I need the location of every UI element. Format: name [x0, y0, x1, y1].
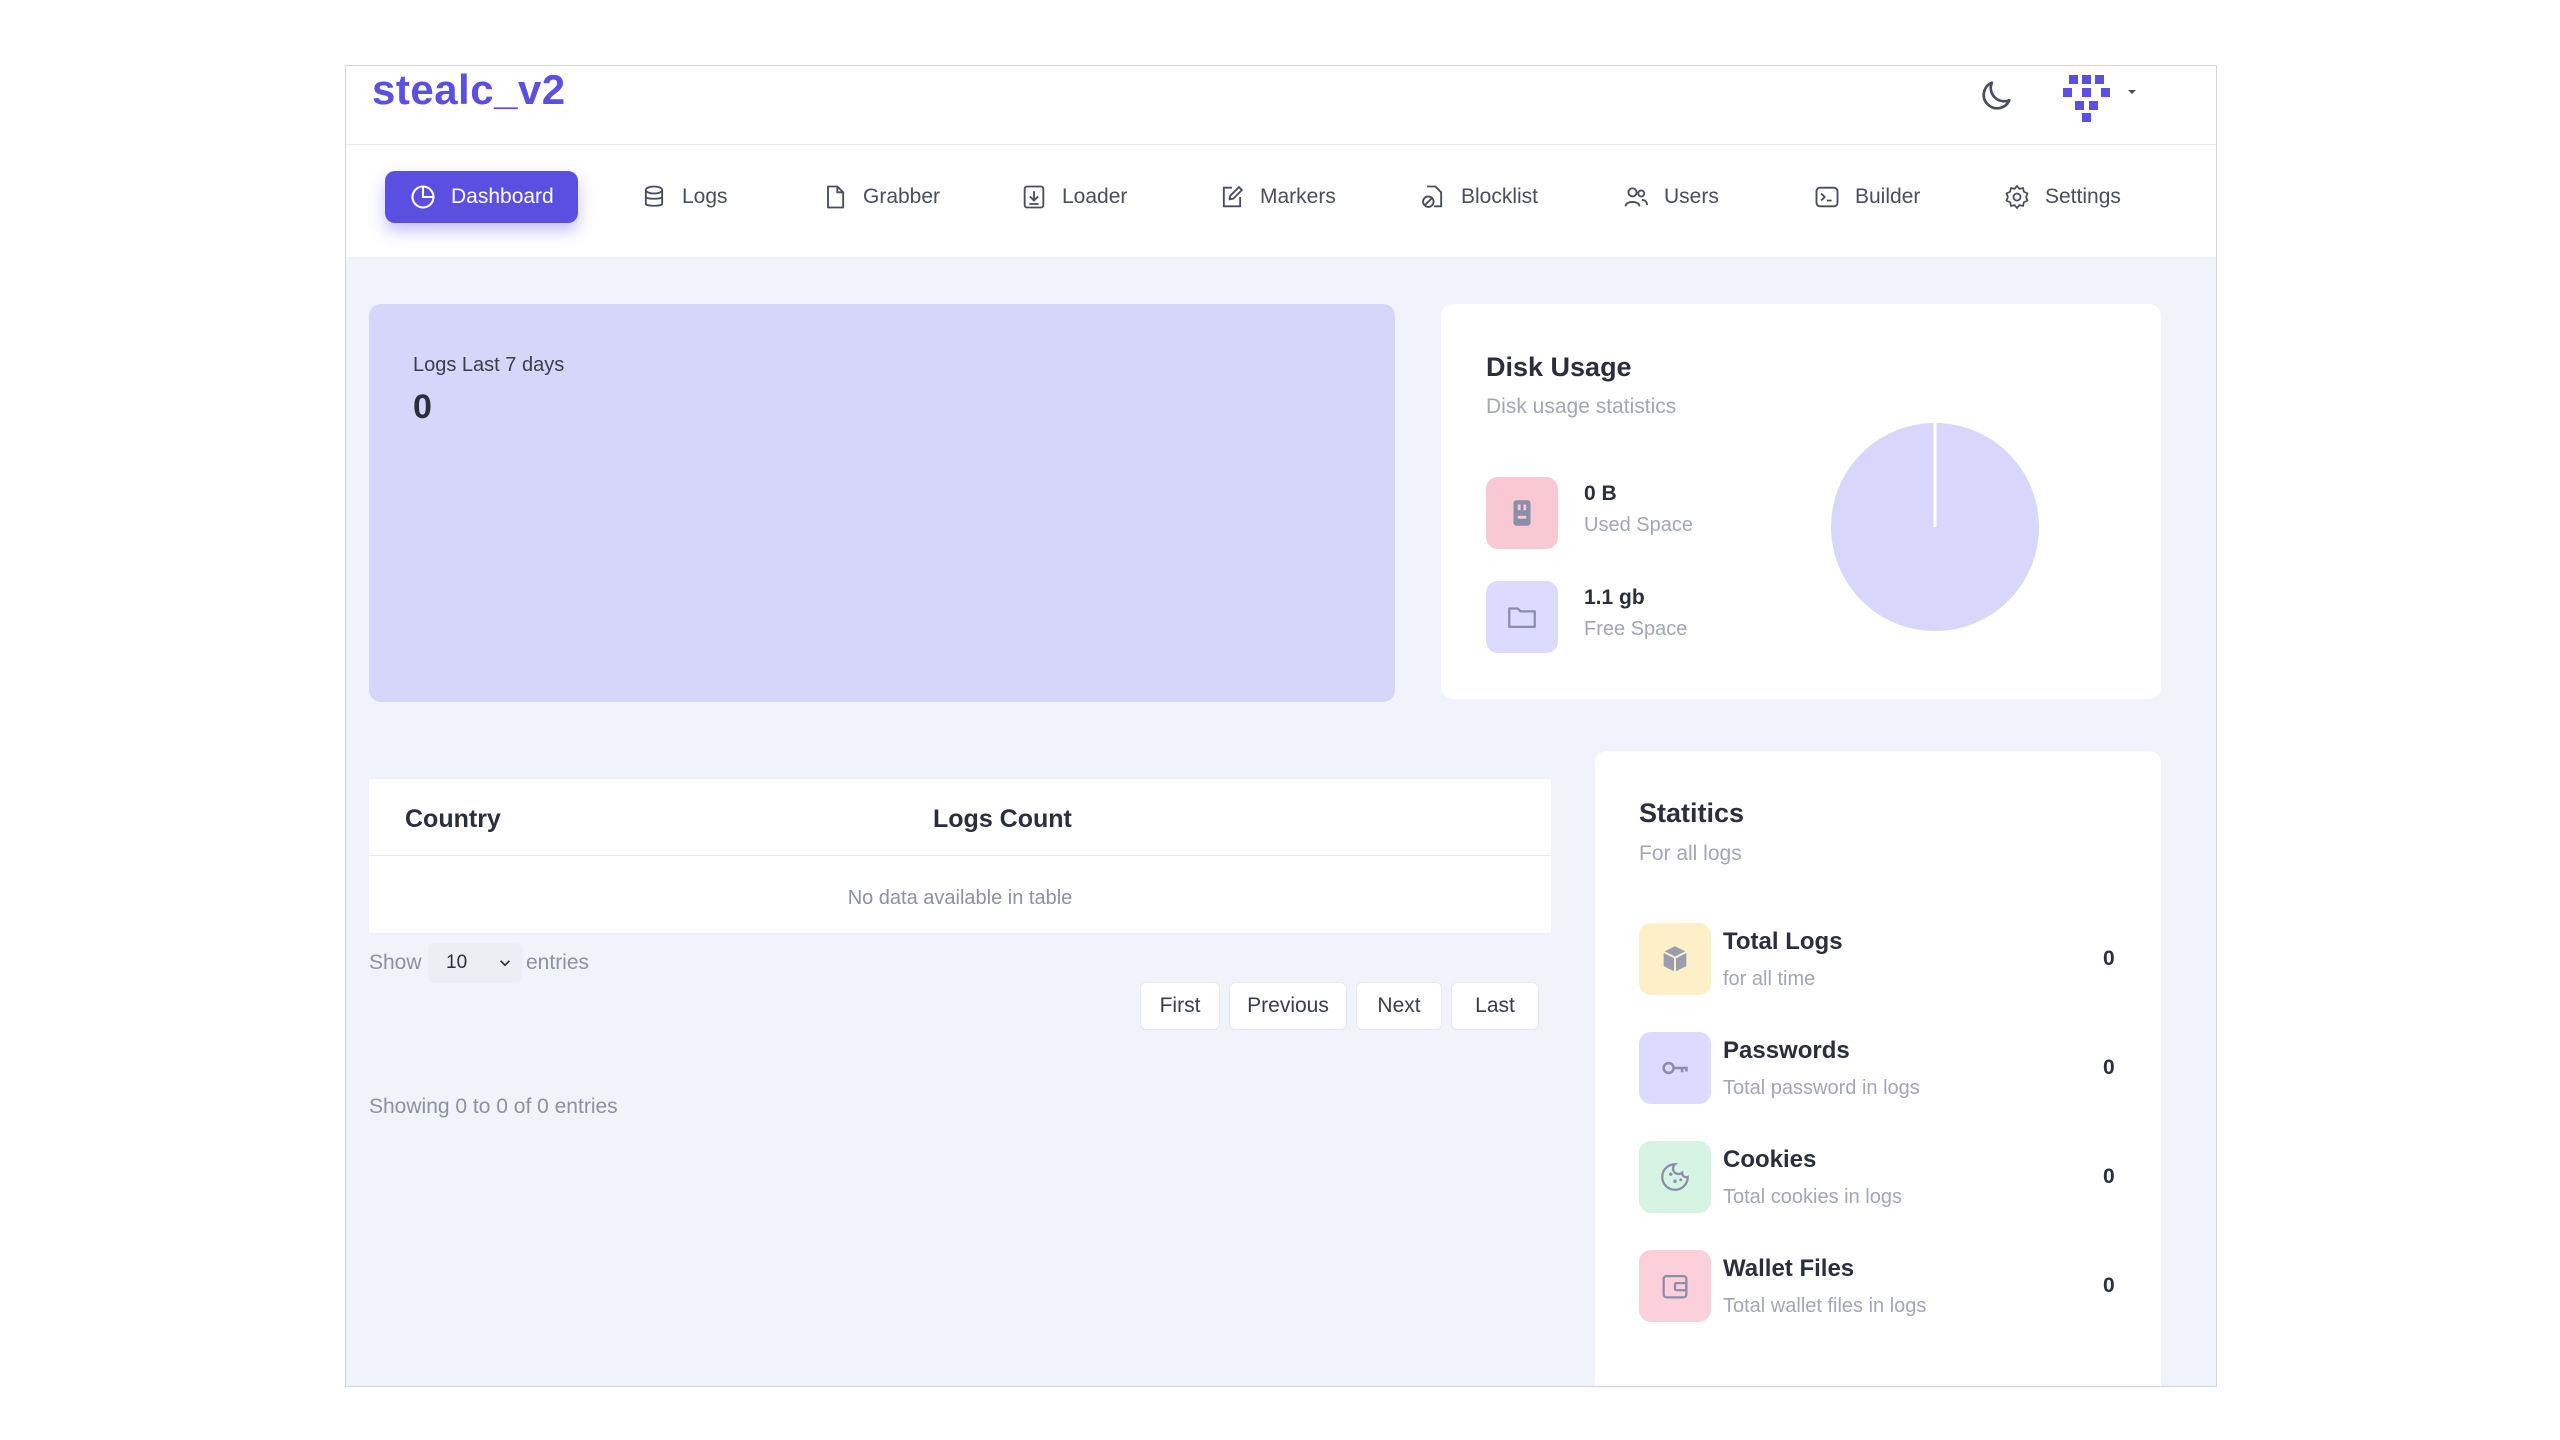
pager-first-button[interactable]: First: [1140, 982, 1220, 1030]
database-icon: [644, 185, 664, 207]
logs-last-7-days-card: Logs Last 7 days 0: [369, 304, 1395, 702]
used-space-label: Used Space: [1584, 514, 1693, 536]
entries-select-value: 10: [446, 952, 468, 973]
cookies-value: 0: [2103, 1165, 2115, 1188]
theme-toggle-moon-icon[interactable]: [1976, 76, 2016, 116]
nav-dashboard[interactable]: Dashboard: [385, 171, 578, 223]
used-space-value: 0 B: [1584, 482, 1617, 505]
free-space-label: Free Space: [1584, 618, 1688, 640]
folder-icon: [1486, 581, 1558, 653]
chevron-down-icon[interactable]: [2124, 84, 2140, 100]
cookies-subtitle: Total cookies in logs: [1723, 1186, 1902, 1208]
total-logs-value: 0: [2103, 947, 2115, 970]
column-header-logs-count[interactable]: Logs Count: [933, 805, 1072, 834]
nav-label: Markers: [1260, 185, 1336, 208]
nav-markers[interactable]: Markers: [1204, 171, 1350, 223]
nav-label: Logs: [682, 185, 728, 208]
statistics-subtitle: For all logs: [1639, 842, 1742, 865]
logs-card-label: Logs Last 7 days: [413, 354, 565, 376]
nav-users[interactable]: Users: [1608, 171, 1733, 223]
nav-label: Builder: [1855, 185, 1921, 208]
pie-chart-icon: [411, 185, 435, 209]
free-space-value: 1.1 gb: [1584, 586, 1645, 609]
wallet-icon: [1639, 1250, 1711, 1322]
passwords-value: 0: [2103, 1056, 2115, 1079]
edit-icon: [1222, 186, 1243, 208]
pager-previous-button[interactable]: Previous: [1229, 982, 1347, 1030]
statistics-title: Statitics: [1639, 798, 1745, 828]
user-avatar[interactable]: [2059, 71, 2115, 123]
column-header-country[interactable]: Country: [405, 805, 501, 834]
block-file-icon: [1422, 185, 1443, 208]
nav-label: Users: [1664, 185, 1719, 208]
nav-label: Blocklist: [1461, 185, 1539, 208]
box-icon: [1639, 923, 1711, 995]
nav-builder[interactable]: Builder: [1799, 171, 1934, 223]
users-icon: [1624, 187, 1649, 207]
pager-last-button[interactable]: Last: [1451, 982, 1539, 1030]
passwords-subtitle: Total password in logs: [1723, 1077, 1920, 1099]
nav-loader[interactable]: Loader: [1006, 171, 1141, 223]
gear-icon: [2005, 185, 2029, 209]
disk-usage-pie-chart: [1831, 423, 2039, 631]
entries-per-page-select[interactable]: 10: [428, 943, 522, 983]
nav-label: Loader: [1062, 185, 1128, 208]
pager-next-button[interactable]: Next: [1356, 982, 1442, 1030]
chevron-down-icon: [500, 960, 510, 967]
terminal-icon: [1815, 186, 1839, 208]
wallet-files-subtitle: Total wallet files in logs: [1723, 1295, 1927, 1317]
show-label: Show: [369, 951, 422, 974]
nav-blocklist[interactable]: Blocklist: [1405, 171, 1552, 223]
app-window: stealc_v2 Dashboard Logs Grabber Loader …: [345, 65, 2217, 1387]
used-space-icon: [1486, 477, 1558, 549]
total-logs-subtitle: for all time: [1723, 968, 1816, 990]
disk-usage-card: Disk Usage Disk usage statistics 0 B Use…: [1441, 304, 2161, 699]
nav-label: Grabber: [863, 185, 941, 208]
nav-label: Settings: [2045, 185, 2121, 208]
table-info-text: Showing 0 to 0 of 0 entries: [369, 1095, 618, 1118]
cookies-title: Cookies: [1723, 1146, 1817, 1173]
nav-label: Dashboard: [451, 185, 554, 208]
country-logs-table: Country Logs Count No data available in …: [369, 779, 1551, 933]
table-empty-message: No data available in table: [847, 887, 1073, 909]
entries-label: entries: [526, 951, 590, 974]
disk-usage-title: Disk Usage: [1486, 352, 1632, 382]
passwords-title: Passwords: [1723, 1037, 1850, 1064]
total-logs-title: Total Logs: [1723, 928, 1843, 955]
top-bar: stealc_v2: [346, 66, 2216, 145]
nav-logs[interactable]: Logs: [626, 171, 742, 223]
wallet-files-title: Wallet Files: [1723, 1255, 1855, 1282]
key-icon: [1639, 1032, 1711, 1104]
nav-grabber[interactable]: Grabber: [807, 171, 954, 223]
download-icon: [1023, 185, 1045, 209]
wallet-files-value: 0: [2103, 1274, 2115, 1297]
cookie-icon: [1639, 1141, 1711, 1213]
disk-usage-subtitle: Disk usage statistics: [1486, 395, 1677, 418]
app-logo-text[interactable]: stealc_v2: [372, 66, 566, 114]
table-header-divider: [369, 855, 1551, 856]
file-icon: [827, 185, 845, 209]
main-nav: Dashboard Logs Grabber Loader Markers Bl…: [346, 145, 2216, 257]
statistics-card: Statitics For all logs Total Logs for al…: [1595, 751, 2161, 1386]
nav-settings[interactable]: Settings: [1989, 171, 2135, 223]
logs-card-value: 0: [413, 388, 432, 426]
